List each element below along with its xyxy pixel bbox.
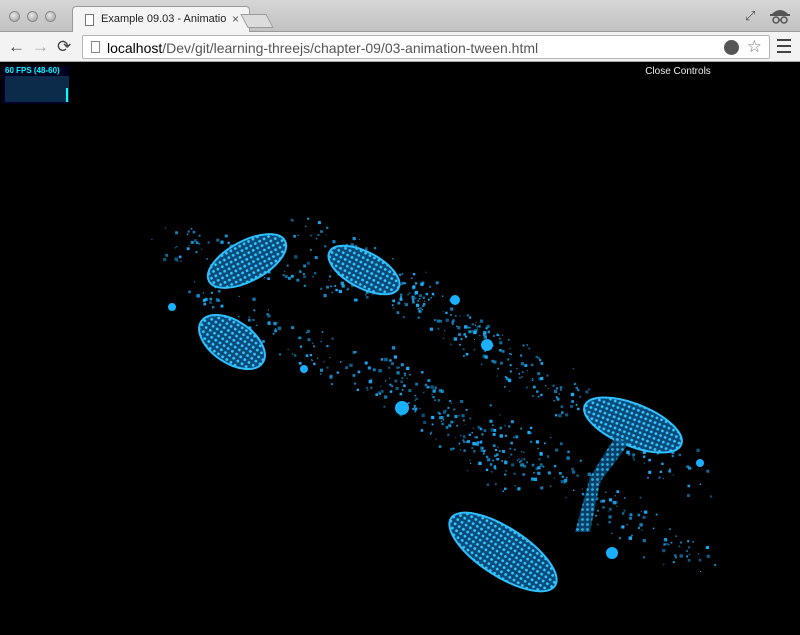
fps-stats-panel[interactable]: 60 FPS (48-60)	[2, 66, 69, 104]
fps-graph	[5, 76, 69, 102]
browser-tab-bar: Example 09.03 - Animatio × ⤢	[0, 0, 800, 33]
page-icon	[85, 14, 94, 26]
reload-button[interactable]: ⟳	[57, 37, 71, 57]
tab-close-icon[interactable]: ×	[232, 12, 239, 26]
incognito-icon	[770, 10, 790, 24]
zoom-window-button[interactable]	[45, 11, 56, 22]
url-text: localhost/Dev/git/learning-threejs/chapt…	[107, 40, 539, 56]
menu-icon[interactable]	[777, 39, 791, 53]
fullscreen-icon[interactable]: ⤢	[745, 8, 755, 24]
tab-active[interactable]: Example 09.03 - Animatio ×	[72, 6, 250, 33]
forward-button[interactable]: →	[32, 37, 49, 57]
back-button[interactable]: ←	[8, 37, 25, 57]
tab-title: Example 09.03 - Animatio	[101, 13, 226, 25]
minimize-window-button[interactable]	[27, 11, 38, 22]
webgl-canvas[interactable]	[0, 62, 800, 635]
close-window-button[interactable]	[9, 11, 20, 22]
fps-graph-bar	[66, 88, 68, 102]
extension-icon[interactable]	[724, 40, 739, 55]
page-icon	[91, 41, 100, 53]
address-bar[interactable]: localhost/Dev/git/learning-threejs/chapt…	[82, 35, 770, 59]
close-controls-button[interactable]: Close Controls	[630, 66, 726, 77]
browser-toolbar: ← → ⟳ localhost/Dev/git/learning-threejs…	[0, 32, 800, 62]
bookmark-star-icon[interactable]: ☆	[747, 37, 762, 57]
fps-text: 60 FPS (48-60)	[5, 66, 60, 75]
